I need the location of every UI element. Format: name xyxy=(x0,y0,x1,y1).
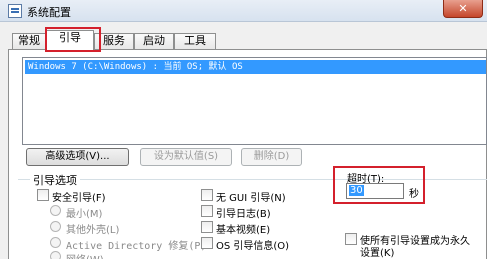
safe-boot-label: 安全引导(F) xyxy=(52,193,106,204)
tab-general[interactable]: 常规 xyxy=(12,33,46,49)
title-bar: 系统配置 ✕ xyxy=(0,0,487,22)
boot-options-label: 引导选项 xyxy=(30,172,80,188)
os-list-item[interactable]: Windows 7 (C:\Windows) : 当前 OS; 默认 OS xyxy=(25,60,486,74)
boot-log-label: 引导日志(B) xyxy=(216,209,271,220)
make-permanent-checkbox[interactable] xyxy=(345,233,357,245)
safe-boot-checkbox[interactable] xyxy=(37,189,49,201)
base-video-label: 基本视频(E) xyxy=(216,225,271,236)
tab-services[interactable]: 服务 xyxy=(94,33,134,49)
make-permanent-label-line2: 设置(K) xyxy=(360,248,395,259)
tab-startup[interactable]: 启动 xyxy=(134,33,174,49)
no-gui-boot-checkbox[interactable] xyxy=(201,189,213,201)
system-config-icon xyxy=(8,4,22,18)
tab-boot[interactable]: 引导 xyxy=(46,30,94,50)
boot-options-group xyxy=(18,179,487,180)
timeout-input[interactable]: 30 xyxy=(346,183,404,199)
timeout-value: 30 xyxy=(349,185,364,196)
base-video-checkbox[interactable] xyxy=(201,221,213,233)
active-directory-label: Active Directory 修复(P) xyxy=(66,241,207,252)
close-button[interactable]: ✕ xyxy=(443,0,483,18)
boot-log-checkbox[interactable] xyxy=(201,205,213,217)
minimal-label: 最小(M) xyxy=(66,209,103,220)
advanced-options-button[interactable]: 高级选项(V)... xyxy=(26,148,129,166)
network-radio[interactable] xyxy=(50,251,61,259)
boot-os-list[interactable]: Windows 7 (C:\Windows) : 当前 OS; 默认 OS xyxy=(22,57,487,145)
window-title: 系统配置 xyxy=(27,6,71,19)
set-default-button[interactable]: 设为默认值(S) xyxy=(140,148,232,166)
alternate-shell-label: 其他外壳(L) xyxy=(66,225,120,236)
tab-tools[interactable]: 工具 xyxy=(174,33,216,49)
timeout-unit: 秒 xyxy=(409,189,419,200)
delete-button[interactable]: 删除(D) xyxy=(241,148,302,166)
network-label: 网络(W) xyxy=(66,251,104,259)
active-directory-radio[interactable] xyxy=(50,237,61,248)
no-gui-boot-label: 无 GUI 引导(N) xyxy=(216,193,286,204)
alternate-shell-radio[interactable] xyxy=(50,221,61,232)
os-boot-info-label: OS 引导信息(O) xyxy=(216,241,290,252)
minimal-radio[interactable] xyxy=(50,205,61,216)
os-boot-info-checkbox[interactable] xyxy=(201,237,213,249)
